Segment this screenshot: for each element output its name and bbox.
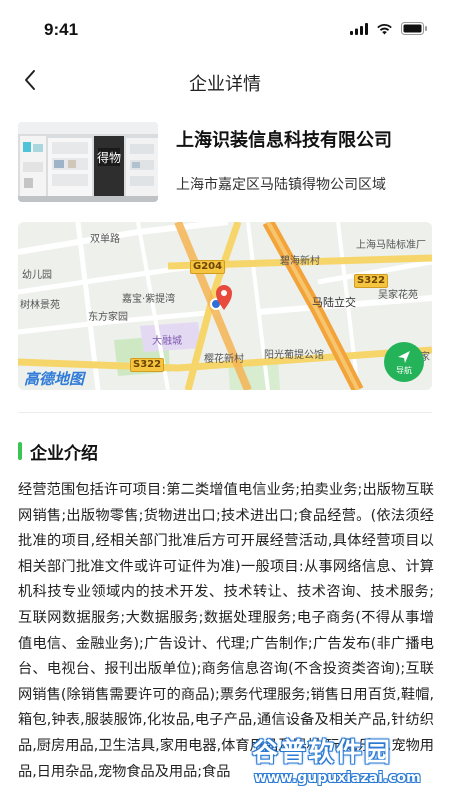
map-label: 幼儿园	[22, 270, 52, 281]
status-icons	[350, 22, 428, 35]
watermark: 谷普软件园 www.gupuxiazai.com	[240, 726, 445, 796]
divider	[18, 412, 432, 413]
page-title: 企业详情	[189, 74, 261, 95]
nav-bar: 企业详情	[0, 56, 450, 108]
road-badge: G204	[190, 260, 226, 274]
signal-icon	[350, 22, 368, 35]
wifi-icon	[377, 23, 392, 34]
map-label: 阳光葡提公馆	[264, 350, 324, 361]
navigation-button-label: 导航	[396, 365, 412, 375]
status-time: 9:41	[44, 20, 79, 39]
battery-icon	[401, 22, 427, 35]
company-name: 上海识装信息科技有限公司	[176, 130, 392, 151]
map-logo: 高德地图	[24, 370, 85, 388]
road-badge: S322	[130, 358, 165, 372]
section-title: 企业介绍	[30, 443, 98, 464]
watermark-url: www.gupuxiazai.com	[254, 770, 421, 786]
company-address: 上海市嘉定区马陆镇得物公司区域	[176, 177, 386, 193]
section-header-intro: 企业介绍	[18, 440, 98, 464]
map-label: 双单路	[90, 234, 120, 245]
map-label: 碧海新村	[280, 256, 320, 267]
map-label: 上海马陆标准厂	[356, 240, 426, 251]
company-header: 得物 上海识装信息科技有限公司 上海市嘉定区马陆镇得物公司区域	[18, 122, 432, 204]
road-badge: S322	[354, 274, 389, 288]
map-label: 樱花新村	[204, 354, 244, 365]
company-photo[interactable]: 得物	[18, 122, 158, 202]
map-label: 马陆立交	[312, 296, 356, 309]
map-label: 大融城	[152, 336, 182, 347]
map-label: 东方家园	[88, 312, 128, 323]
navigation-arrow-icon	[398, 350, 410, 363]
location-map[interactable]: 双单路 幼儿园 树林景苑 东方家园 嘉宝·紫提湾 大融城 碧海新村 上海马陆标准…	[18, 222, 432, 390]
status-bar: 9:41	[0, 0, 450, 56]
navigation-button[interactable]: 导航	[384, 342, 424, 382]
map-label: 嘉宝·紫提湾	[122, 294, 176, 305]
map-label: 吴家花苑	[378, 290, 418, 301]
map-label: 树林景苑	[20, 300, 60, 311]
watermark-title: 谷普软件园	[252, 738, 393, 768]
store-sign-text: 得物	[97, 150, 121, 165]
location-marker-icon	[210, 285, 232, 310]
section-accent-bar	[18, 442, 22, 460]
